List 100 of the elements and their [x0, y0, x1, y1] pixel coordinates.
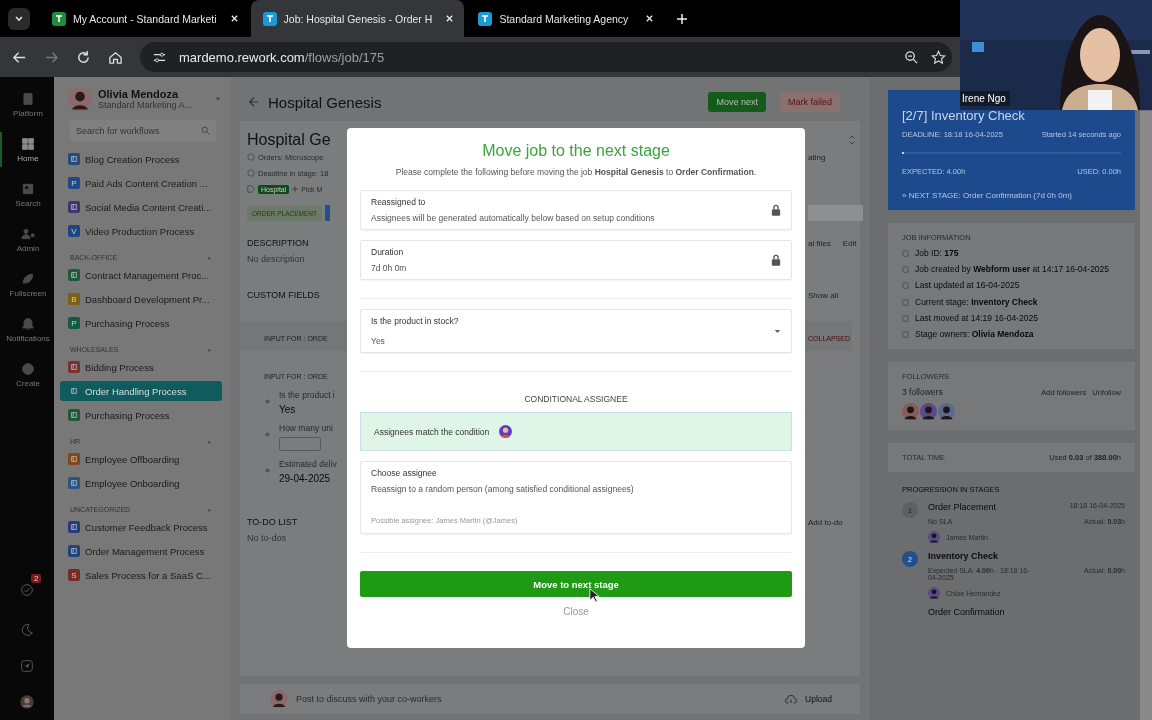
- dropdown-caret-icon[interactable]: [214, 95, 222, 103]
- collapse-icon[interactable]: [206, 506, 212, 513]
- rail-nav-item[interactable]: Search: [0, 177, 54, 212]
- dialog-title: Move job to the next stage: [481, 142, 671, 160]
- collapse-icon[interactable]: [206, 438, 212, 445]
- close-icon[interactable]: [445, 14, 455, 23]
- collapse-icon[interactable]: [206, 254, 212, 261]
- workflow-icon: P: [68, 177, 80, 189]
- job-title: Hospital Ge: [247, 131, 331, 149]
- field-icon: [264, 467, 271, 474]
- workflow-icon: S: [68, 569, 80, 581]
- stage-name: Order Placement: [928, 502, 997, 513]
- bookmark-star-icon[interactable]: [931, 49, 946, 65]
- info-text: Last moved at 14:19 16-04-2025: [915, 312, 1038, 323]
- workflow-item[interactable]: Order Management Process: [60, 541, 222, 561]
- plus-icon[interactable]: [292, 186, 299, 192]
- field-icon: [264, 431, 271, 438]
- number-field[interactable]: [279, 437, 321, 451]
- info-icon: [902, 250, 909, 257]
- info-text: Last updated at 16-04-2025: [915, 280, 1020, 291]
- move-next-button[interactable]: Move next: [708, 92, 766, 112]
- caret-icon: [774, 328, 781, 334]
- workflow-item[interactable]: Order Handling Process: [60, 381, 222, 401]
- tasks-badge: 2: [31, 574, 42, 583]
- sort-icon[interactable]: [848, 134, 856, 146]
- show-all-link[interactable]: Show all: [808, 290, 839, 300]
- job-title: Hospital Genesis: [268, 93, 382, 111]
- rail-nav-item[interactable]: Admin: [0, 222, 54, 257]
- zoom-icon[interactable]: [904, 49, 919, 65]
- send-icon[interactable]: [19, 658, 35, 674]
- admin-icon: [20, 226, 36, 242]
- stock-select[interactable]: Is the product in stock? Yes: [360, 309, 792, 353]
- home-icon: [20, 136, 36, 152]
- close-icon[interactable]: [645, 14, 655, 23]
- stage-name: Order Confirmation: [928, 607, 1005, 618]
- workflow-item[interactable]: Bidding Process: [60, 357, 222, 377]
- tab-list-button[interactable]: [8, 7, 30, 30]
- workflow-item[interactable]: Social Media Content Creati...: [60, 197, 222, 217]
- rail-nav-item[interactable]: Platform: [0, 87, 54, 122]
- lock-icon: [771, 254, 781, 266]
- field-value: 29-04-2025: [279, 473, 332, 484]
- scrollbar[interactable]: [1140, 111, 1152, 720]
- home-icon[interactable]: [108, 49, 123, 65]
- browser-tab[interactable]: My Account - Standard Marketi: [40, 0, 249, 37]
- browser-tab[interactable]: Standard Marketing Agency: [466, 0, 665, 37]
- field-label: Is the product i: [279, 390, 335, 400]
- new-tab-icon[interactable]: [676, 12, 689, 25]
- workflow-icon: P: [68, 317, 80, 329]
- field-label: How many uni: [279, 423, 333, 433]
- workflow-item[interactable]: Purchasing Process: [60, 405, 222, 425]
- progress-strip: [808, 205, 863, 221]
- cloud-upload-icon[interactable]: [785, 694, 798, 704]
- tab-title: My Account - Standard Marketi: [73, 12, 217, 25]
- workflow-item[interactable]: Customer Feedback Process: [60, 517, 222, 537]
- section-heading: CONDITIONAL ASSIGNEE: [523, 394, 629, 404]
- rail-nav-item[interactable]: Fullscreen: [0, 267, 54, 302]
- comment-field[interactable]: Post to discuss with your co-workers: [296, 694, 442, 704]
- move-to-next-stage-button[interactable]: Move to next stage: [360, 571, 792, 597]
- workflow-item[interactable]: V Video Production Process: [60, 221, 222, 241]
- close-icon[interactable]: [229, 14, 239, 23]
- assignee-avatar: [928, 531, 940, 544]
- workflow-item[interactable]: Employee Onboarding: [60, 473, 222, 493]
- search-field[interactable]: Search for workflows: [70, 120, 216, 142]
- empty-todo-text: No to-dos: [247, 533, 287, 543]
- workflow-item[interactable]: P Purchasing Process: [60, 313, 222, 333]
- reload-icon[interactable]: [76, 49, 91, 65]
- user-avatar[interactable]: [19, 694, 35, 710]
- info-text: Job created by Webform user at 14:17 16-04-2025: [915, 264, 1110, 275]
- address-bar[interactable]: mardemo.rework.com/flows/job/175: [140, 42, 952, 72]
- workflow-item[interactable]: Blog Creation Process: [60, 149, 222, 169]
- add-todo-link[interactable]: Add to-do: [808, 517, 843, 527]
- url-text: mardemo.rework.com/flows/job/175: [179, 49, 385, 65]
- duration-field: Duration 7d 0h 0m: [360, 240, 792, 280]
- tasks-icon[interactable]: [19, 582, 35, 598]
- follower-avatar: [938, 403, 955, 421]
- collapse-icon[interactable]: [206, 346, 212, 353]
- workflow-item[interactable]: Contract Management Proc...: [60, 265, 222, 285]
- workflow-item[interactable]: Employee Offboarding: [60, 449, 222, 469]
- info-text: Stage owners: Olivia Mendoza: [915, 328, 1034, 340]
- browser-tab[interactable]: Job: Hospital Genesis - Order H: [250, 0, 465, 37]
- workflow-item[interactable]: P Paid Ads Content Creation ...: [60, 173, 222, 193]
- upload-button[interactable]: Upload: [805, 694, 832, 704]
- rail-nav-item[interactable]: Create: [0, 357, 54, 392]
- description-text: No description: [247, 254, 305, 264]
- dialog-subtitle: Please complete the following before moving the job Hospital Genesis to Order Confirmation.: [394, 167, 758, 177]
- mark-failed-button[interactable]: Mark failed: [780, 92, 840, 112]
- stage-title: [2/7] Inventory Check: [902, 108, 1026, 123]
- user-avatar: [68, 87, 92, 111]
- rail-nav-item[interactable]: Notifications: [0, 312, 54, 347]
- follower-avatar: [902, 403, 919, 421]
- moon-icon[interactable]: [19, 622, 35, 638]
- files-link[interactable]: al files: [808, 238, 831, 248]
- workflow-item[interactable]: S Sales Process for a SaaS C...: [60, 565, 222, 585]
- back-arrow-icon[interactable]: [248, 96, 260, 108]
- workflow-item[interactable]: B Dashboard Development Pr...: [60, 289, 222, 309]
- follower-avatar: [920, 403, 937, 421]
- close-button[interactable]: Close: [557, 605, 595, 618]
- edit-link[interactable]: Edit: [842, 238, 857, 248]
- user-avatar: [270, 690, 288, 708]
- reassigned-field: Reassigned to Assignees will be generated automatically below based on setup conditions: [360, 190, 792, 230]
